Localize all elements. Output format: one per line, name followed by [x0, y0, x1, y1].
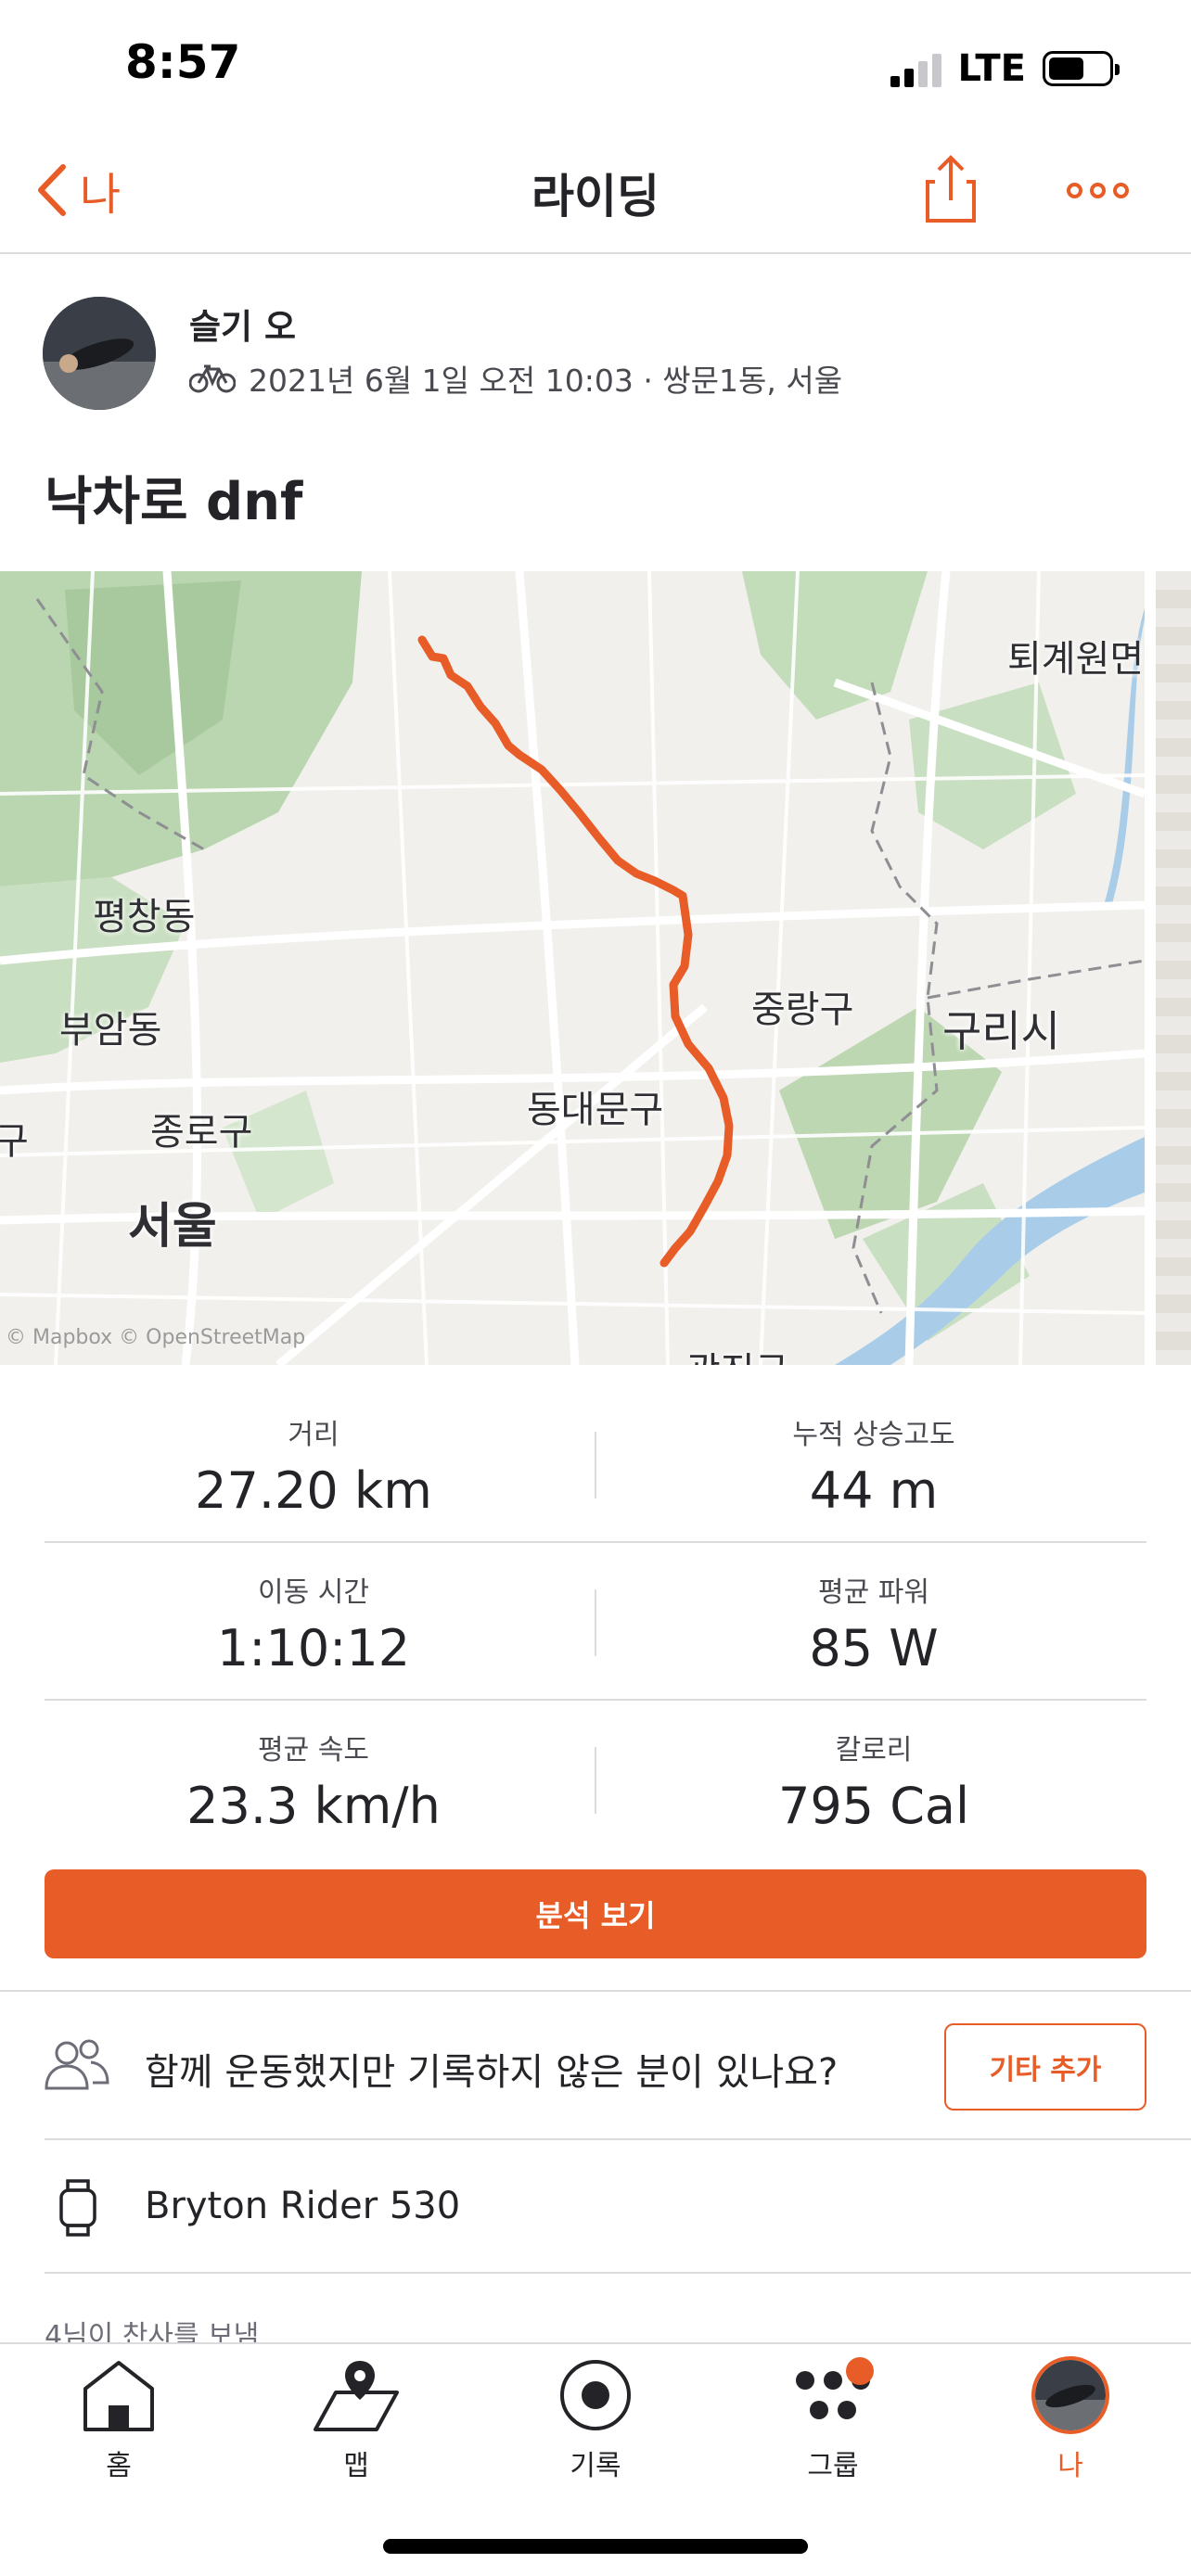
- people-icon: [45, 2039, 109, 2090]
- map-label: 동대문구: [527, 1089, 664, 1131]
- stat-label: 평균 속도: [258, 1734, 369, 1766]
- divider: [45, 2272, 1191, 2274]
- stat-label: 거리: [288, 1419, 339, 1451]
- map-label: 종로구: [150, 1111, 253, 1154]
- tab-record[interactable]: 기록: [521, 2353, 670, 2483]
- watch-icon: [59, 2179, 96, 2237]
- stat-label: 칼로리: [835, 1734, 913, 1766]
- tab-label: 그룹: [807, 2450, 859, 2482]
- divider: [45, 1699, 1146, 1701]
- avatar-photo: [43, 297, 156, 410]
- page-title: 라이딩: [531, 170, 660, 223]
- divider: [595, 1747, 596, 1814]
- map-label: 평창동: [93, 896, 196, 938]
- home-icon: [72, 2353, 165, 2437]
- home-indicator: [383, 2539, 808, 2554]
- add-others-button[interactable]: 기타 추가: [944, 2023, 1146, 2111]
- more-options-button[interactable]: [1067, 176, 1133, 204]
- map-attribution[interactable]: © Mapbox © OpenStreetMap: [6, 1326, 305, 1349]
- status-time: 8:57: [125, 35, 241, 89]
- bike-icon: [189, 364, 236, 393]
- tab-label: 기록: [570, 2450, 621, 2482]
- athlete-name[interactable]: 슬기 오: [189, 299, 296, 349]
- notification-badge: [846, 2357, 874, 2385]
- stat-moving-time: 이동 시간 1:10:12: [45, 1569, 583, 1677]
- activity-date-location: 2021년 6월 1일 오전 10:03 · 쌍문1동, 서울: [249, 363, 843, 399]
- network-type: LTE: [957, 47, 1026, 90]
- stat-calories: 칼로리 795 Cal: [605, 1727, 1143, 1835]
- stat-elevation-gain: 누적 상승고도 44 m: [605, 1411, 1143, 1520]
- tab-maps[interactable]: 맵: [282, 2353, 430, 2483]
- activity-title: 낙차로 dnf: [45, 472, 303, 532]
- groups-icon: [787, 2353, 879, 2437]
- tab-you[interactable]: 나: [996, 2353, 1145, 2483]
- share-button[interactable]: [924, 154, 978, 224]
- map-label: 구: [0, 1120, 29, 1163]
- athlete-avatar[interactable]: [43, 297, 156, 410]
- divider: [45, 2138, 1191, 2140]
- map-label: 구리시: [942, 1006, 1060, 1056]
- view-analysis-button[interactable]: 분석 보기: [45, 1869, 1146, 1958]
- activity-meta: 2021년 6월 1일 오전 10:03 · 쌍문1동, 서울: [189, 356, 842, 401]
- map-label: 서울: [128, 1199, 217, 1255]
- battery-icon: [1043, 51, 1120, 86]
- status-indicators: LTE: [890, 41, 1120, 96]
- stat-value: 27.20 km: [195, 1461, 432, 1520]
- map-label: 퇴계원면: [1007, 638, 1145, 681]
- stat-label: 이동 시간: [258, 1576, 369, 1609]
- more-dot-icon: [1090, 182, 1106, 198]
- profile-avatar: [1024, 2353, 1117, 2437]
- record-icon: [549, 2353, 642, 2437]
- cellular-signal-icon: [890, 50, 941, 87]
- map-label: 중랑구: [751, 988, 854, 1031]
- route-map[interactable]: 퇴계원면 평창동 부암동 중랑구 구리시 동대문구 종로구 서울 구 광진구: [0, 571, 1145, 1365]
- stat-label: 누적 상승고도: [792, 1419, 955, 1451]
- stat-value: 23.3 km/h: [186, 1777, 441, 1835]
- stat-distance: 거리 27.20 km: [45, 1411, 583, 1520]
- stat-value: 85 W: [809, 1619, 939, 1677]
- map-label: 광진구: [686, 1341, 788, 1365]
- stat-value: 795 Cal: [777, 1777, 970, 1835]
- stat-avg-power: 평균 파워 85 W: [605, 1569, 1143, 1677]
- more-dot-icon: [1113, 182, 1129, 198]
- map-label: 부암동: [59, 1009, 162, 1052]
- divider: [0, 1990, 1191, 1992]
- divider: [45, 1541, 1146, 1543]
- tab-label: 홈: [106, 2450, 132, 2482]
- divider: [595, 1589, 596, 1656]
- stat-value: 44 m: [809, 1461, 939, 1520]
- stat-label: 평균 파워: [818, 1576, 929, 1609]
- stat-value: 1:10:12: [216, 1619, 411, 1677]
- group-prompt-text: 함께 운동했지만 기록하지 않은 분이 있나요?: [145, 2051, 839, 2094]
- device-name: Bryton Rider 530: [145, 2185, 461, 2227]
- tab-groups[interactable]: 그룹: [759, 2353, 907, 2483]
- map-icon: [310, 2353, 403, 2437]
- divider: [0, 252, 1191, 254]
- divider: [595, 1432, 596, 1498]
- tab-label: 맵: [343, 2450, 369, 2482]
- map-edge-strip: [1156, 571, 1191, 1365]
- tab-home[interactable]: 홈: [45, 2353, 193, 2483]
- share-icon: [926, 155, 976, 223]
- tab-label: 나: [1057, 2450, 1083, 2482]
- more-dot-icon: [1067, 182, 1082, 198]
- stat-avg-speed: 평균 속도 23.3 km/h: [45, 1727, 583, 1835]
